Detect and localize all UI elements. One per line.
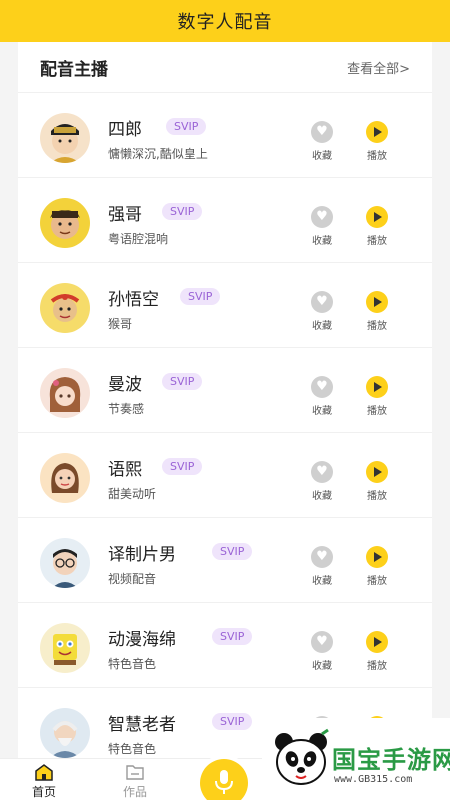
record-mic-button[interactable] [200,759,248,800]
anchor-list-card: 配音主播 查看全部> 四郎 SVIP 慵懒深沉,酷似皇上 收藏 播放 强哥 SV… [18,42,432,758]
favorite-button[interactable]: 收藏 [302,206,342,247]
heart-icon [311,376,333,398]
svip-badge: SVIP [212,543,253,560]
play-label: 播放 [367,236,387,247]
anchor-row[interactable]: 动漫海绵 SVIP 特色音色 收藏 播放 [18,602,432,687]
tab-works[interactable]: 作品 [105,763,165,800]
emperor-avatar [40,113,90,163]
folder-icon [126,765,144,780]
svip-badge: SVIP [212,713,253,730]
play-button[interactable]: 播放 [357,376,397,417]
anchor-desc: 粤语腔混响 [108,232,169,246]
svip-badge: SVIP [162,458,203,475]
favorite-label: 收藏 [312,491,332,502]
top-app-bar: 数字人配音 [0,0,450,42]
anchor-name: 四郎 [108,120,142,140]
svip-badge: SVIP [162,373,203,390]
heart-icon [311,206,333,228]
app-title: 数字人配音 [177,12,273,33]
anchor-row[interactable]: 语熙 SVIP 甜美动听 收藏 播放 [18,432,432,517]
favorite-button[interactable]: 收藏 [302,376,342,417]
play-icon [366,121,388,143]
play-label: 播放 [367,661,387,672]
view-all-link[interactable]: 查看全部> [347,58,410,77]
play-button[interactable]: 播放 [357,206,397,247]
anchor-name: 译制片男 [108,545,176,565]
section-header: 配音主播 查看全部> [18,42,432,92]
heart-icon [311,546,333,568]
anchor-desc: 甜美动听 [108,487,157,501]
watermark-logo: 国宝手游网 www.GB315.com [262,718,450,800]
favorite-label: 收藏 [312,321,332,332]
play-icon [366,206,388,228]
anchor-name: 语熙 [108,460,142,480]
woman-avatar [40,453,90,503]
play-button[interactable]: 播放 [357,121,397,162]
panda-logo-icon [275,728,329,785]
play-label: 播放 [367,406,387,417]
anchor-desc: 特色音色 [108,742,157,756]
play-icon [366,546,388,568]
svip-badge: SVIP [212,628,253,645]
girl-avatar [40,368,90,418]
man-avatar [40,198,90,248]
heart-icon [311,461,333,483]
play-label: 播放 [367,576,387,587]
anchor-row[interactable]: 强哥 SVIP 粤语腔混响 收藏 播放 [18,177,432,262]
favorite-button[interactable]: 收藏 [302,461,342,502]
heart-icon [311,291,333,313]
favorite-label: 收藏 [312,661,332,672]
tab-works-label: 作品 [122,785,147,799]
anchor-desc: 节奏感 [108,402,145,416]
sponge-avatar [40,623,90,673]
play-icon [366,376,388,398]
watermark-url: www.GB315.com [334,774,413,785]
anchor-name: 曼波 [108,375,142,395]
anchor-name: 强哥 [108,205,142,225]
favorite-label: 收藏 [312,151,332,162]
play-label: 播放 [367,491,387,502]
glasses-man-avatar [40,538,90,588]
anchor-row[interactable]: 孙悟空 SVIP 猴哥 收藏 播放 [18,262,432,347]
play-label: 播放 [367,151,387,162]
play-button[interactable]: 播放 [357,291,397,332]
microphone-icon [215,770,233,794]
tab-home[interactable]: 首页 [14,763,74,800]
anchor-row[interactable]: 曼波 SVIP 节奏感 收藏 播放 [18,347,432,432]
heart-icon [311,121,333,143]
play-button[interactable]: 播放 [357,631,397,672]
old-man-avatar [40,708,90,758]
anchor-row[interactable]: 译制片男 SVIP 视频配音 收藏 播放 [18,517,432,602]
favorite-label: 收藏 [312,576,332,587]
anchor-row[interactable]: 四郎 SVIP 慵懒深沉,酷似皇上 收藏 播放 [18,92,432,177]
svip-badge: SVIP [180,288,221,305]
heart-icon [311,631,333,653]
play-button[interactable]: 播放 [357,546,397,587]
anchor-name: 动漫海绵 [108,630,176,650]
section-title: 配音主播 [40,60,108,80]
anchor-desc: 视频配音 [108,572,157,586]
play-icon [366,631,388,653]
favorite-button[interactable]: 收藏 [302,121,342,162]
play-icon [366,291,388,313]
anchor-desc: 慵懒深沉,酷似皇上 [108,147,208,161]
watermark-brand: 国宝手游网 [332,746,450,774]
play-button[interactable]: 播放 [357,461,397,502]
favorite-button[interactable]: 收藏 [302,291,342,332]
anchor-name: 孙悟空 [108,290,159,310]
favorite-button[interactable]: 收藏 [302,546,342,587]
favorite-label: 收藏 [312,406,332,417]
svip-badge: SVIP [166,118,207,135]
anchor-desc: 猴哥 [108,317,133,331]
favorite-button[interactable]: 收藏 [302,631,342,672]
anchor-desc: 特色音色 [108,657,157,671]
play-label: 播放 [367,321,387,332]
home-icon [35,764,53,781]
tab-home-label: 首页 [31,785,56,799]
favorite-label: 收藏 [312,236,332,247]
play-icon [366,461,388,483]
svip-badge: SVIP [162,203,203,220]
monkey-king-avatar [40,283,90,333]
anchor-name: 智慧老者 [108,715,176,735]
